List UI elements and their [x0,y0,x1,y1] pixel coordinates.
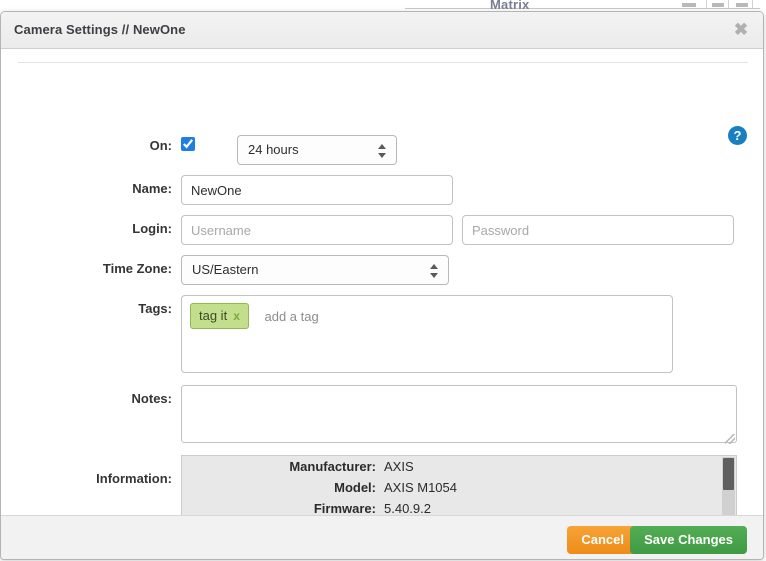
username-input[interactable] [181,215,453,245]
close-icon[interactable]: ✖ [730,19,752,41]
on-checkbox[interactable] [181,137,195,151]
notes-wrapper [181,385,737,446]
timezone-value: US/Eastern [192,262,259,277]
background-column-separator [752,0,753,8]
on-duration-select[interactable]: 24 hours [237,135,397,165]
info-key: Model: [334,480,376,495]
on-label: On: [149,138,172,153]
info-value: AXIS [384,459,414,474]
name-input[interactable] [181,175,453,205]
background-tick [712,3,724,7]
information-label: Information: [96,471,172,486]
scrollbar-thumb[interactable] [723,458,734,490]
modal-footer: Cancel Save Changes [1,515,763,559]
tag-chip-label: tag it [199,308,228,323]
notes-textarea[interactable] [181,385,737,443]
timezone-select[interactable]: US/Eastern [181,255,449,285]
table-row: Model: AXIS M1054 [182,477,736,498]
name-label: Name: [132,181,172,196]
form-row-name: Name: [1,175,453,205]
background-tick [682,3,696,7]
form-row-timezone: Time Zone: US/Eastern [1,255,449,285]
password-input[interactable] [462,215,734,245]
tags-label: Tags: [138,301,172,316]
cancel-button[interactable]: Cancel [567,526,638,554]
camera-settings-modal: Camera Settings // NewOne ✖ ? On: 24 hou… [0,11,764,560]
notes-label: Notes: [131,391,172,406]
modal-title: Camera Settings // NewOne [14,22,186,37]
background-column-separator [728,0,729,8]
login-label: Login: [132,221,172,236]
background-tick [736,3,748,7]
table-row: Manufacturer: AXIS [182,456,736,477]
form-row-tags: Tags: tag it x add a tag [1,295,673,373]
on-duration-value: 24 hours [248,142,299,157]
timezone-label: Time Zone: [102,261,172,276]
info-value: AXIS M1054 [384,480,457,495]
information-table: Manufacturer: AXIS Model: AXIS M1054 Fir… [182,456,736,519]
help-icon[interactable]: ? [728,126,747,145]
add-tag-placeholder[interactable]: add a tag [265,309,319,324]
form-row-login: Login: [1,215,734,245]
body-divider [18,62,748,63]
tags-input-box[interactable]: tag it x add a tag [181,295,673,373]
tag-remove-icon[interactable]: x [233,309,240,323]
info-key: Manufacturer: [289,459,376,474]
background-column-separator [706,0,707,8]
modal-header: Camera Settings // NewOne ✖ [1,12,763,49]
save-changes-button[interactable]: Save Changes [630,526,747,554]
form-row-on: On: 24 hours [1,135,397,165]
tag-chip[interactable]: tag it x [190,303,249,329]
chevron-updown-icon [378,143,387,159]
modal-body: ? On: 24 hours Name: Login: Time Zone: U… [1,49,763,541]
form-row-notes: Notes: [1,385,737,446]
background-rule [405,8,760,9]
chevron-updown-icon [430,263,439,279]
